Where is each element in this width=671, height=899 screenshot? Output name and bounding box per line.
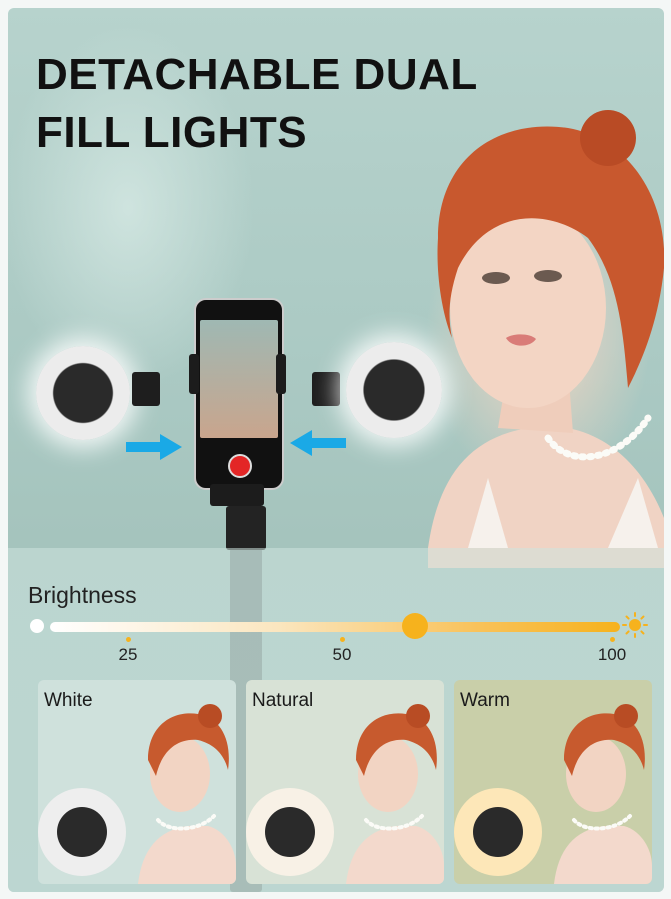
tripod-joint <box>226 506 266 550</box>
phone-clamp-right <box>276 354 286 394</box>
brightness-min-dot <box>30 619 44 633</box>
phone-screen-preview <box>200 320 278 438</box>
tick-mark-100 <box>609 637 615 642</box>
mode-card-label: Warm <box>460 690 510 711</box>
title-line-1: DETACHABLE DUAL <box>36 50 478 99</box>
arrow-left-icon <box>290 430 346 456</box>
left-light-clip <box>132 372 160 406</box>
sun-icon <box>622 612 648 638</box>
arrow-right-icon <box>126 434 182 460</box>
tick-mark-50 <box>339 637 345 642</box>
left-fill-light <box>36 346 130 440</box>
title-line-2: FILL LIGHTS <box>36 108 308 157</box>
brightness-title: Brightness <box>28 582 137 608</box>
tick-mark-25 <box>125 637 131 642</box>
record-button-icon <box>228 454 252 478</box>
mode-card-label: Natural <box>252 690 314 711</box>
phone-clamp-left <box>189 354 199 394</box>
holder-base <box>210 484 264 506</box>
mode-card-label: White <box>44 690 93 711</box>
brightness-slider-track[interactable] <box>50 622 620 632</box>
right-fill-light <box>346 342 442 438</box>
page-title: DETACHABLE DUAL FILL LIGHTS <box>36 46 478 162</box>
tick-label-50: 50 <box>332 645 352 664</box>
mode-card-white[interactable]: White <box>38 680 236 884</box>
mode-card-natural[interactable]: Natural <box>246 680 444 884</box>
mode-card-warm[interactable]: Warm <box>454 680 652 884</box>
phone-in-holder <box>194 298 284 490</box>
brightness-slider-knob[interactable] <box>401 613 428 639</box>
tick-label-25: 25 <box>118 645 138 664</box>
tick-label-100: 100 <box>597 645 627 664</box>
right-light-clip <box>312 372 340 406</box>
